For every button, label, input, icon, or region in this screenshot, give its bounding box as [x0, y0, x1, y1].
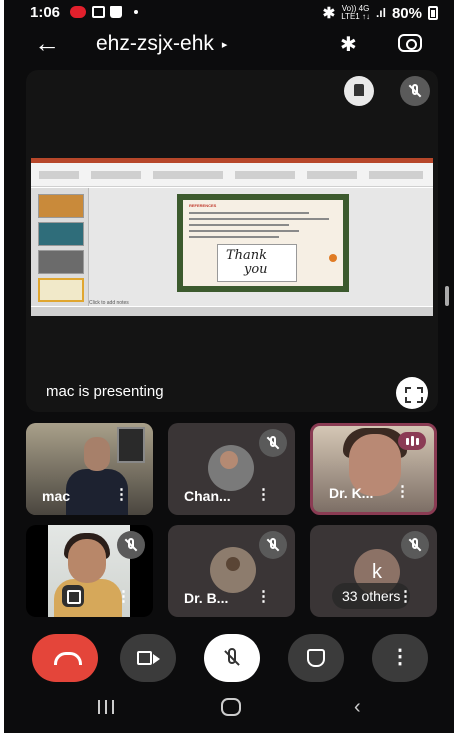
more-options-icon[interactable]: ⋮	[398, 587, 413, 605]
more-options-icon[interactable]: ⋮	[395, 482, 410, 500]
meeting-header: ← ehz-zsjx-ehk ▸ ✱	[4, 24, 454, 68]
android-nav-bar: ‹	[4, 688, 454, 733]
slide-thumbnails	[31, 188, 89, 306]
participant-name: Dr. K...	[329, 485, 374, 501]
fullscreen-icon[interactable]	[396, 377, 428, 409]
mic-off-icon	[117, 531, 145, 559]
avatar	[208, 445, 254, 491]
camera-button[interactable]	[120, 634, 176, 682]
scrollbar[interactable]	[445, 286, 449, 306]
more-options-icon[interactable]: ⋮	[256, 485, 271, 503]
shopping-bag-icon	[110, 6, 122, 18]
participant-tile[interactable]: Chan... ⋮	[168, 423, 295, 515]
back-arrow-icon[interactable]: ←	[34, 30, 60, 56]
bluetooth-icon[interactable]: ✱	[340, 32, 357, 57]
hand-icon	[307, 649, 325, 667]
battery-percent: 80%	[391, 4, 422, 22]
shared-screen: REFERENCES Thank you Click to add notes	[31, 158, 433, 316]
self-view-tile[interactable]: ⋮	[26, 525, 153, 617]
battery-icon	[428, 6, 438, 20]
presenter-label: mac is presenting	[46, 383, 164, 400]
call-controls: ⋮	[4, 630, 454, 686]
thank-you-image: Thank you	[217, 244, 297, 282]
thank-text: Thank	[226, 248, 268, 263]
participant-name: Chan...	[184, 488, 231, 504]
app-ribbon	[31, 163, 433, 187]
participant-name: Dr. B...	[184, 590, 229, 606]
picture-in-picture-icon[interactable]	[62, 585, 84, 607]
microphone-button[interactable]	[204, 634, 260, 682]
more-options-icon[interactable]: ⋮	[114, 485, 129, 503]
participant-tile-speaking[interactable]: Dr. K... ⋮	[310, 423, 437, 515]
slide-heading: REFERENCES	[189, 203, 217, 208]
back-nav-icon[interactable]: ‹	[354, 696, 361, 719]
participant-tile[interactable]: Dr. B... ⋮	[168, 525, 295, 617]
avatar	[210, 547, 256, 593]
mic-off-icon	[400, 76, 430, 106]
meeting-code: ehz-zsjx-ehk	[96, 32, 214, 55]
notes-placeholder: Click to add notes	[89, 300, 129, 306]
switch-camera-icon[interactable]	[398, 34, 422, 52]
videocam-icon	[137, 651, 160, 665]
mic-off-icon	[259, 429, 287, 457]
jio-icon	[70, 6, 86, 18]
app-statusbar	[31, 307, 433, 316]
participant-tile[interactable]: k 33 others ⋮	[310, 525, 437, 617]
network-indicator: Vo)) 4G LTE1 ↑↓	[341, 5, 370, 21]
slide-canvas: REFERENCES Thank you	[89, 188, 433, 306]
end-call-button[interactable]	[32, 634, 98, 682]
more-options-button[interactable]: ⋮	[372, 634, 428, 682]
home-icon[interactable]	[221, 698, 241, 716]
meeting-title[interactable]: ehz-zsjx-ehk ▸	[96, 32, 227, 56]
participant-name: mac	[42, 488, 71, 504]
notification-dot-icon	[134, 10, 138, 14]
speaking-indicator-icon	[398, 432, 426, 450]
network-bottom: LTE1 ↑↓	[341, 12, 370, 21]
presentation-tile[interactable]: REFERENCES Thank you Click to add notes …	[26, 70, 438, 412]
status-bar: 1:06 ✱ Vo)) 4G LTE1 ↑↓ .ıl 80%	[4, 0, 454, 24]
more-options-icon[interactable]: ⋮	[256, 587, 271, 605]
status-right: ✱ Vo)) 4G LTE1 ↑↓ .ıl 80%	[323, 4, 438, 22]
caret-right-icon: ▸	[221, 38, 228, 51]
slide-dot	[329, 254, 337, 262]
signal-icon: .ıl	[375, 6, 386, 20]
pin-icon[interactable]	[344, 76, 374, 106]
recents-icon[interactable]	[96, 700, 116, 714]
you-text: you	[244, 262, 268, 277]
participant-tile[interactable]: mac ⋮	[26, 423, 153, 515]
more-options-icon[interactable]: ⋮	[116, 587, 131, 605]
current-slide: REFERENCES Thank you	[177, 194, 349, 292]
mic-off-icon	[259, 531, 287, 559]
status-time: 1:06	[30, 4, 61, 21]
participant-video	[66, 437, 128, 515]
meet-app: 1:06 ✱ Vo)) 4G LTE1 ↑↓ .ıl 80% ← ehz-zsj…	[4, 0, 454, 733]
bluetooth-status-icon: ✱	[322, 5, 336, 22]
message-icon	[92, 6, 105, 18]
mic-off-icon	[401, 531, 429, 559]
raise-hand-button[interactable]	[288, 634, 344, 682]
